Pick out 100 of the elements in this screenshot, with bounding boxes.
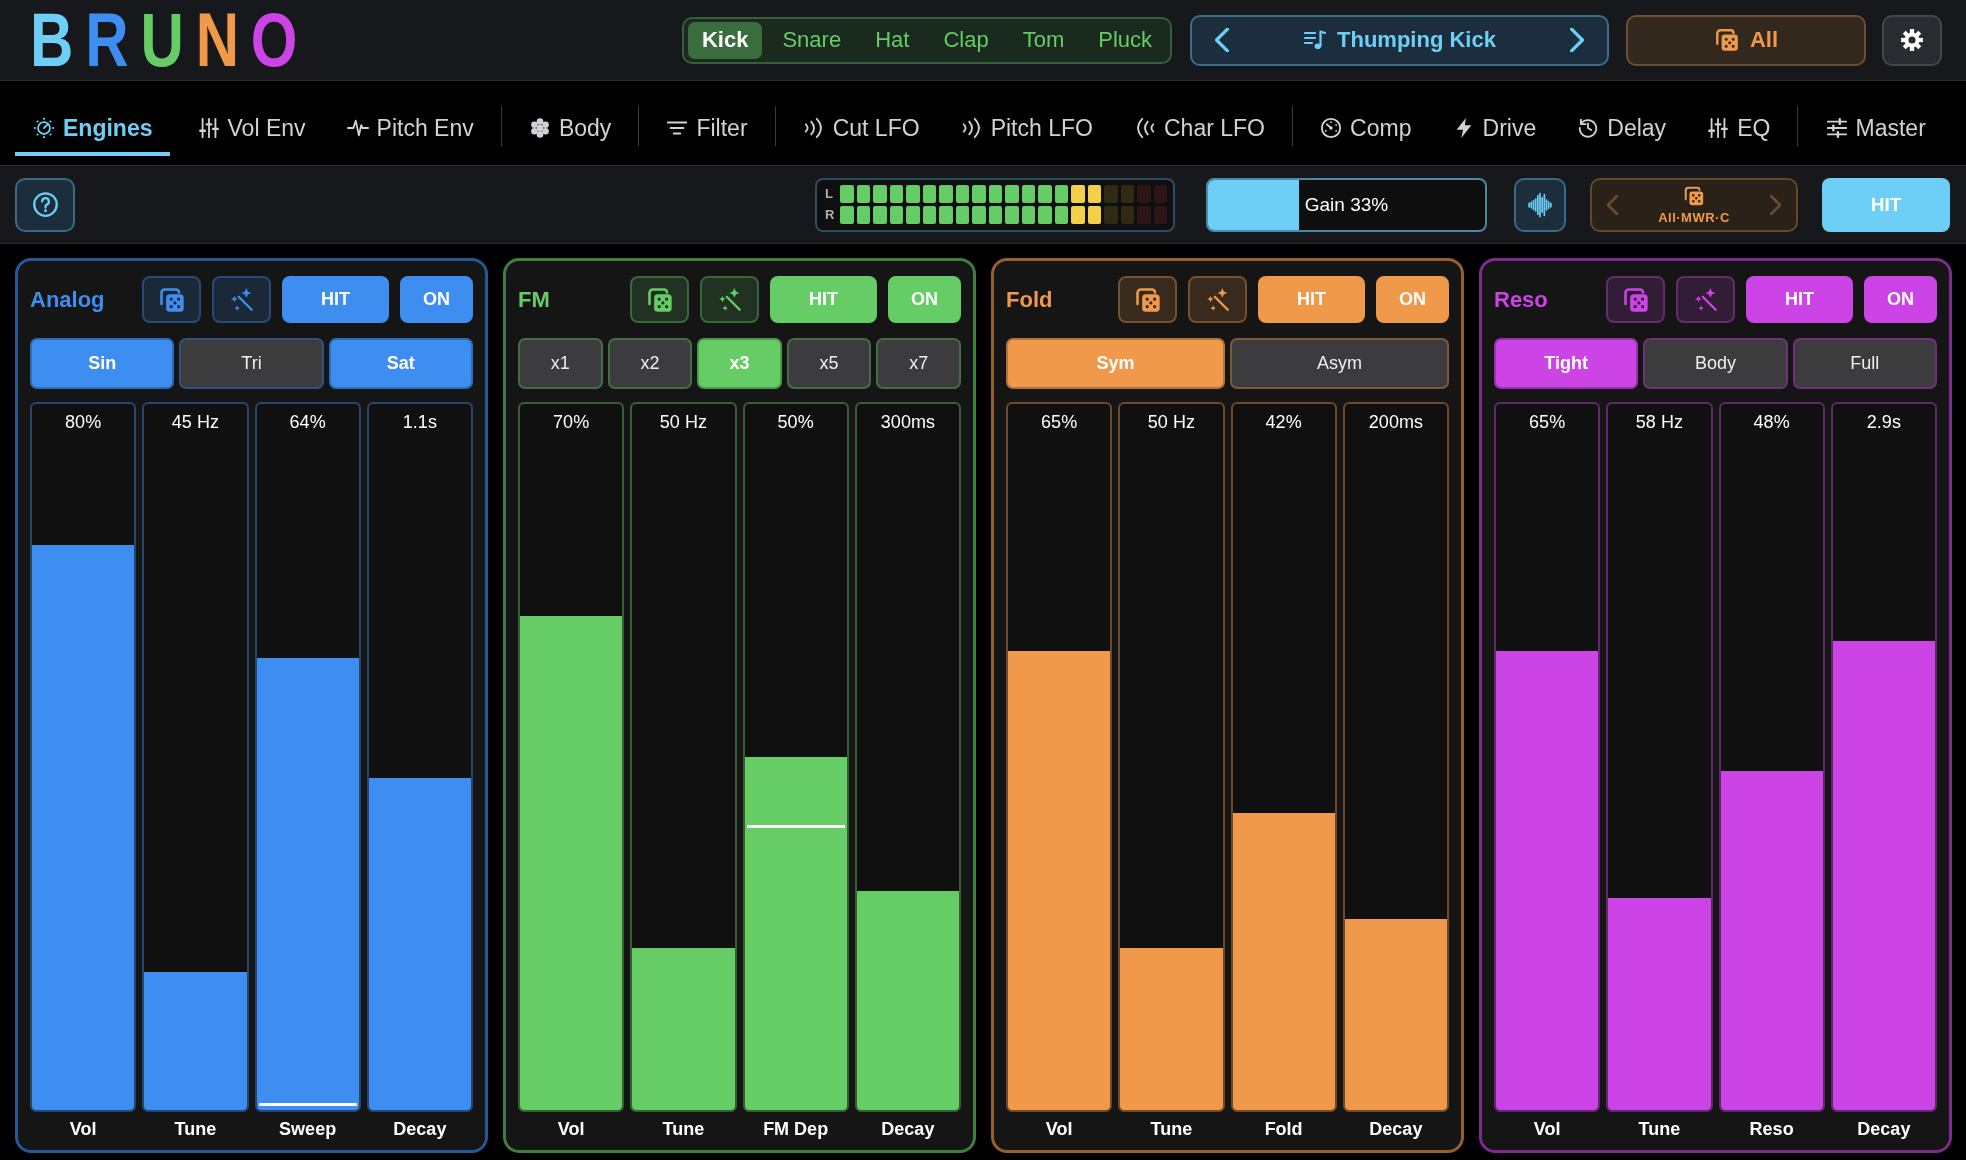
fader-track[interactable]: 45 Hz [142,402,249,1112]
randomize-button[interactable] [1118,276,1177,323]
category-tab[interactable]: Pluck [1084,21,1166,59]
nav-tab[interactable]: Body [514,100,626,156]
category-tab[interactable]: Tom [1008,21,1079,59]
randomize-button[interactable] [630,276,689,323]
mode-button[interactable]: x1 [518,338,603,389]
settings-button[interactable] [1882,14,1942,66]
fader-label: Vol [1045,1119,1073,1140]
fader-label: Vol [69,1119,97,1140]
fader-track[interactable]: 70% [518,402,625,1112]
fader-value: 64% [289,412,326,433]
chevron-left-icon [1607,194,1618,215]
chevron-right-icon [1770,194,1781,215]
magic-wand-button[interactable] [212,276,271,323]
category-tab[interactable]: Hat [861,21,924,59]
fader-track[interactable]: 2.9s [1830,402,1937,1112]
kit-filter-button[interactable]: All [1626,14,1866,66]
fader-value: 2.9s [1866,412,1901,433]
fader-value: 48% [1753,412,1790,433]
fader-track[interactable]: 50 Hz [630,402,737,1112]
nav-tab[interactable]: Master [1811,100,1940,156]
mode-button[interactable]: x5 [786,338,872,389]
mode-button[interactable]: Tight [1494,338,1639,389]
help-button[interactable] [15,177,75,232]
fader-value: 50 Hz [1147,412,1195,433]
mode-button[interactable]: Body [1643,338,1788,389]
fader-track[interactable]: 1.1s [366,402,473,1112]
mode-button[interactable]: Tri [179,338,324,389]
magic-wand-button[interactable] [1676,276,1735,323]
logo: B R U N O [30,5,298,75]
gauge-icon [33,117,55,139]
fader-label: Sweep [279,1119,337,1140]
sliders-icon [1707,117,1730,139]
nav-tab[interactable]: EQ [1693,100,1785,156]
fader-track[interactable]: 50 Hz [1118,402,1225,1112]
nav-tab[interactable]: Delay [1563,100,1681,156]
fader-value: 300ms [880,412,935,433]
magic-wand-button[interactable] [1188,276,1247,323]
waveform-icon [1527,191,1553,218]
mode-button[interactable]: x2 [607,338,693,389]
nav-tab[interactable]: Engines [15,100,171,156]
sliders-icon [197,117,220,139]
nav-tab[interactable]: Char LFO [1120,100,1279,156]
fader-track[interactable]: 42% [1230,402,1337,1112]
randomize-button[interactable] [142,276,201,323]
nav-tab[interactable]: Pitch LFO [946,100,1107,156]
fader-track[interactable]: 58 Hz [1606,402,1713,1112]
chevron-left-icon [1215,28,1229,52]
category-tab[interactable]: Kick [687,21,763,59]
fader-value: 65% [1041,412,1078,433]
fader-label: Tune [1638,1119,1681,1140]
nav-tab[interactable]: Comp [1306,100,1426,156]
engine-title: FM [518,286,550,312]
next-preset-button[interactable] [1567,25,1587,55]
mode-button[interactable]: Full [1792,338,1937,389]
fader-value: 1.1s [402,412,437,433]
nav-tab[interactable]: Filter [652,100,762,156]
nav-tab[interactable]: Pitch Env [332,100,488,156]
randomize-button[interactable] [1606,276,1665,323]
mode-button[interactable]: Asym [1230,338,1449,389]
fader-track[interactable]: 50% [742,402,849,1112]
fader-value: 80% [65,412,102,433]
dice-icon [1621,285,1650,314]
engine-title: Fold [1006,286,1053,312]
category-tab[interactable]: Snare [768,21,856,59]
fader-track[interactable]: 300ms [854,402,961,1112]
dice-icon [157,285,186,314]
fader-value: 200ms [1368,412,1423,433]
mode-button[interactable]: x7 [876,338,961,389]
dice-icon [1133,285,1162,314]
waveform-button[interactable] [1514,177,1566,232]
fader-track[interactable]: 48% [1718,402,1825,1112]
dice-icon [645,285,674,314]
fader-label: Decay [1369,1119,1423,1140]
hit-button[interactable]: HIT [1746,276,1853,323]
fader-label: Reso [1749,1119,1794,1140]
fader-track[interactable]: 65% [1006,402,1113,1112]
fader-track[interactable]: 65% [1494,402,1601,1112]
fader-value: 45 Hz [171,412,219,433]
power-toggle[interactable]: ON [1864,276,1937,323]
flower-icon [528,117,551,139]
fader-track[interactable]: 64% [254,402,361,1112]
category-tab[interactable]: Clap [929,21,1003,59]
pulse-icon [346,117,369,139]
fader-label: Tune [662,1119,705,1140]
gain-slider[interactable]: Gain 33% [1206,177,1487,232]
nav-tab[interactable]: Vol Env [183,100,320,156]
nav-tab[interactable]: Drive [1438,100,1551,156]
nav-tab[interactable]: Cut LFO [788,100,934,156]
fader-track[interactable]: 200ms [1342,402,1449,1112]
gain-readout: Gain 33% [1304,193,1389,216]
fader-value: 70% [553,412,590,433]
waves-icon [960,117,983,139]
previous-preset-button[interactable] [1212,25,1232,55]
fader-value: 65% [1529,412,1566,433]
fader-track[interactable]: 80% [30,402,137,1112]
help-icon [31,191,59,218]
magic-wand-button[interactable] [700,276,759,323]
waves-icon [1134,117,1156,139]
